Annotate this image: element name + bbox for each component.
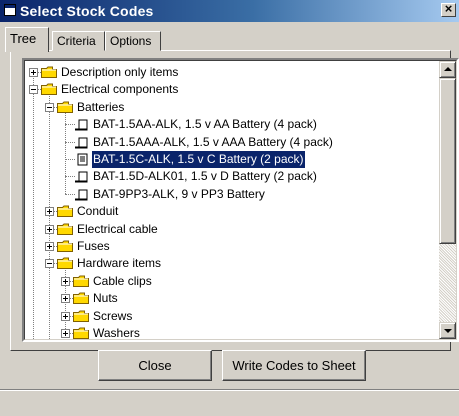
folder-icon [57,223,73,235]
stock-item-icon [75,135,89,149]
tree-node-label: Cable clips [93,274,152,288]
tree-item-row[interactable]: BAT-1.5D-ALK01, 1.5 v D Battery (2 pack) [25,168,439,185]
folder-icon [73,292,89,304]
tree-item-row[interactable]: BAT-1.5AAA-ALK, 1.5 v AAA Battery (4 pac… [25,134,439,151]
vertical-scrollbar[interactable] [439,61,456,339]
expand-plus-icon[interactable] [61,329,70,338]
folder-icon [57,257,73,269]
tree-folder-row[interactable]: Nuts [25,290,439,307]
stock-item-icon [75,187,89,201]
folder-icon [57,205,73,217]
tree-node-label: Fuses [77,239,110,253]
tree-node-label: BAT-9PP3-ALK, 9 v PP3 Battery [93,187,265,201]
tree-item-row[interactable]: BAT-1.5C-ALK, 1.5 v C Battery (2 pack) [25,150,439,169]
tree-item-row[interactable]: BAT-1.5AA-ALK, 1.5 v AA Battery (4 pack) [25,116,439,133]
window-title: Select Stock Codes [20,3,154,19]
collapse-minus-icon[interactable] [45,103,54,112]
folder-icon [57,240,73,252]
folder-icon [73,275,89,287]
expand-plus-icon[interactable] [45,225,54,234]
tree-folder-row[interactable]: Washers [25,325,439,339]
collapse-minus-icon[interactable] [45,259,54,268]
collapse-minus-icon[interactable] [29,85,38,94]
stock-item-icon [75,169,89,183]
close-icon: × [444,1,453,16]
tree-node-label: Nuts [93,291,118,305]
tree-node-label: Electrical components [61,82,179,96]
window-close-button[interactable]: × [441,1,456,17]
tree-node-label: Washers [93,326,140,339]
tab-criteria[interactable]: Criteria [52,31,105,51]
scroll-up-button[interactable] [439,61,456,78]
stock-item-icon [75,152,89,166]
scroll-down-button[interactable] [439,322,456,339]
folder-icon [73,327,89,339]
tree-node-label: BAT-1.5D-ALK01, 1.5 v D Battery (2 pack) [93,169,317,183]
tree-view-frame: Description only items Electrical compone… [24,60,457,340]
tree-node-label: Batteries [77,100,125,114]
tree-folder-row[interactable]: Fuses [25,238,439,255]
tree-folder-row[interactable]: Description only items [25,64,439,81]
tab-options[interactable]: Options [105,31,161,51]
folder-icon [57,101,73,113]
tree-folder-row[interactable]: Electrical cable [25,221,439,238]
dialog-window: Select Stock Codes × Tree Criteria Optio… [0,0,459,416]
tree-node-label: Conduit [77,204,119,218]
folder-icon [41,83,57,95]
tree-node-label: Screws [93,309,133,323]
scroll-thumb[interactable] [439,78,456,244]
window-icon [4,4,16,16]
write-codes-button[interactable]: Write Codes to Sheet [222,350,366,381]
expand-plus-icon[interactable] [61,294,70,303]
tab-tree[interactable]: Tree [5,27,49,52]
status-bar [0,389,459,416]
tree-folder-row[interactable]: Hardware items [25,255,439,272]
tree-content: Description only items Electrical compone… [25,61,439,339]
expand-plus-icon[interactable] [45,207,54,216]
tree-folder-row[interactable]: Batteries [25,99,439,116]
arrow-down-icon [444,329,452,333]
tree-item-row[interactable]: BAT-9PP3-ALK, 9 v PP3 Battery [25,186,439,203]
expand-plus-icon[interactable] [61,277,70,286]
folder-icon [73,310,89,322]
expand-plus-icon[interactable] [29,68,38,77]
close-button[interactable]: Close [98,350,212,381]
tree-node-label: Hardware items [77,256,162,270]
title-bar[interactable]: Select Stock Codes × [0,0,459,22]
tree-folder-row[interactable]: Electrical components [25,81,439,98]
expand-plus-icon[interactable] [61,312,70,321]
tree-node-label: Electrical cable [77,222,158,236]
tree-folder-row[interactable]: Cable clips [25,273,439,290]
expand-plus-icon[interactable] [45,242,54,251]
tree-view[interactable]: Description only items Electrical compone… [22,58,459,342]
tree-folder-row[interactable]: Screws [25,308,439,325]
stock-item-icon [75,117,89,131]
folder-icon [41,66,57,78]
tree-node-label: BAT-1.5AAA-ALK, 1.5 v AAA Battery (4 pac… [93,135,333,149]
tree-node-label: BAT-1.5C-ALK, 1.5 v C Battery (2 pack) [91,150,306,169]
tree-node-label: Description only items [61,65,179,79]
tree-node-label: BAT-1.5AA-ALK, 1.5 v AA Battery (4 pack) [93,117,317,131]
arrow-up-icon [444,67,452,71]
tree-folder-row[interactable]: Conduit [25,203,439,220]
